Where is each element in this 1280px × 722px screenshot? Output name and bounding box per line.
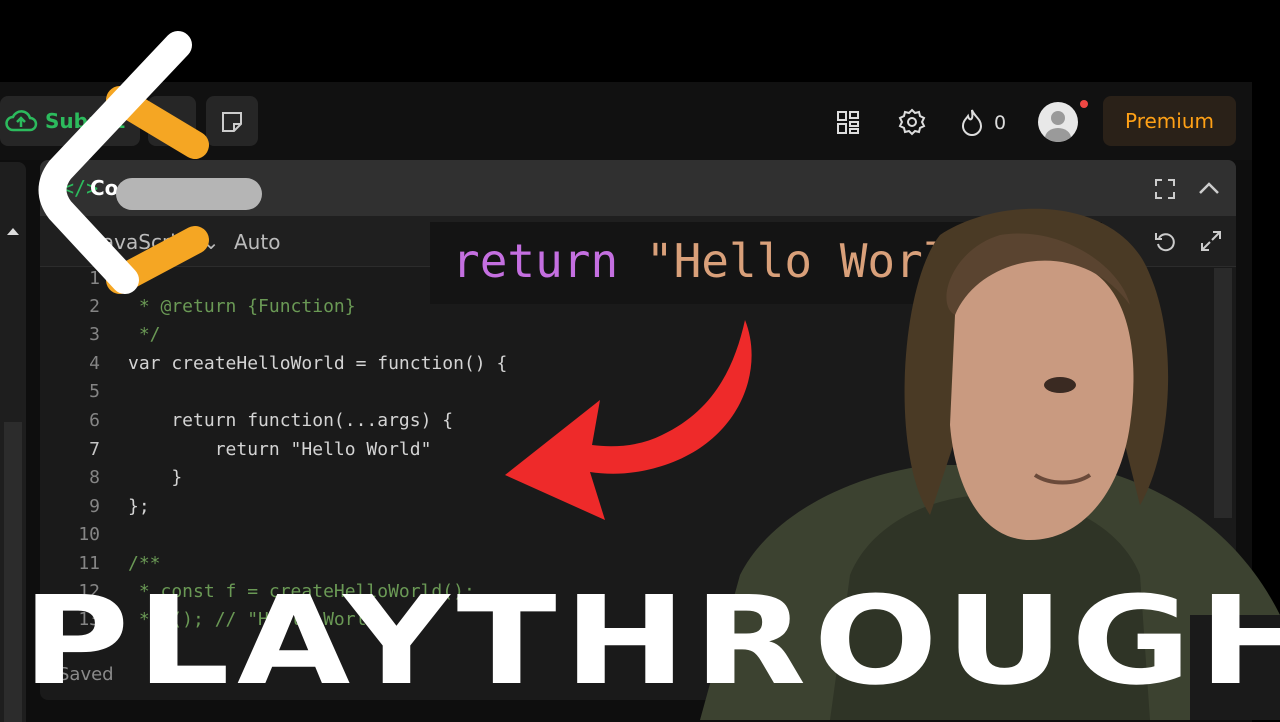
user-silhouette-icon — [1045, 111, 1071, 142]
avatar[interactable] — [1038, 102, 1078, 142]
line-text: return "Hello World" — [128, 439, 432, 460]
gear-icon[interactable] — [898, 108, 926, 136]
line-number: 6 — [89, 410, 100, 431]
callout-keyword: return — [452, 234, 619, 288]
line-text: */ — [128, 324, 161, 345]
fire-icon[interactable] — [960, 108, 984, 136]
line-number: 8 — [89, 467, 100, 488]
line-number: 10 — [78, 524, 100, 545]
line-number: 4 — [89, 353, 100, 374]
grid-icon[interactable] — [836, 110, 862, 136]
line-text: return function(...args) { — [128, 410, 454, 431]
chevron-up-icon[interactable] — [1198, 180, 1220, 196]
scroll-up-icon[interactable] — [6, 226, 20, 236]
video-title: PLAYTHROUGH — [22, 570, 1280, 712]
auto-label[interactable]: Auto — [234, 230, 280, 254]
scrollbar-thumb[interactable] — [4, 422, 22, 722]
line-text: var createHelloWorld = function() { — [128, 353, 508, 374]
line-number: 3 — [89, 324, 100, 345]
streak-count: 0 — [994, 112, 1007, 134]
line-text: }; — [128, 496, 150, 517]
line-number: 7 — [89, 439, 100, 460]
line-number: 5 — [89, 381, 100, 402]
notification-dot — [1080, 100, 1088, 108]
line-number: 9 — [89, 496, 100, 517]
premium-button[interactable]: Premium — [1103, 96, 1236, 146]
line-text: } — [128, 467, 183, 488]
leetcode-logo — [38, 31, 209, 294]
